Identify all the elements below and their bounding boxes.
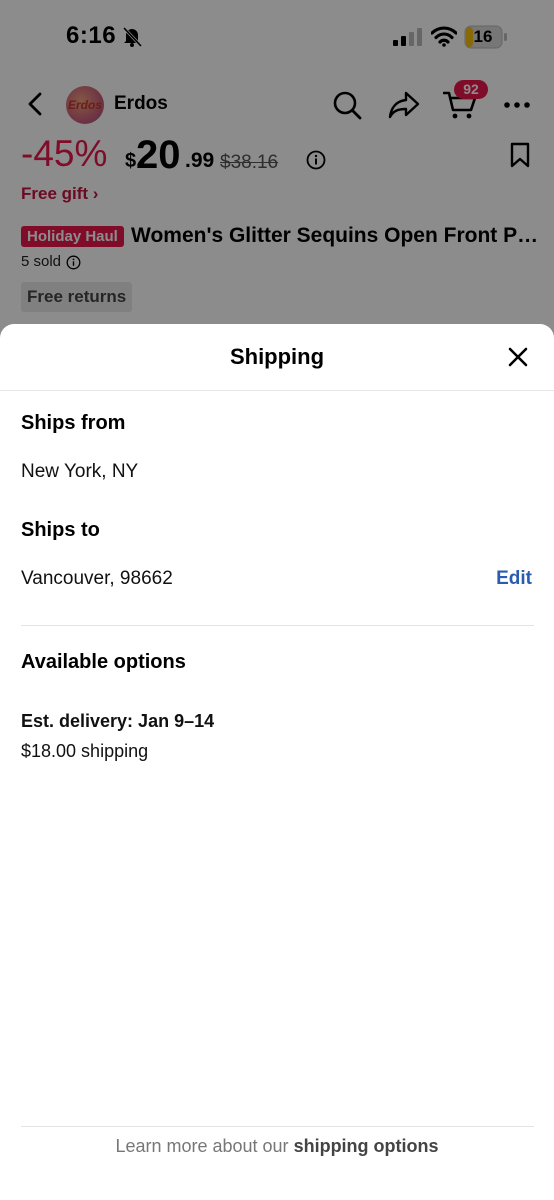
- shipping-sheet: Shipping Ships from New York, NY Ships t…: [0, 324, 554, 1200]
- est-delivery: Est. delivery: Jan 9–14: [21, 711, 215, 731]
- ships-from-label: Ships from: [21, 412, 126, 434]
- edit-address-button[interactable]: Edit: [496, 568, 532, 590]
- learn-more-prefix: Learn more about our: [115, 1136, 294, 1156]
- ships-from-value: New York, NY: [21, 461, 139, 482]
- ships-to-label: Ships to: [21, 519, 100, 541]
- ships-to-value: Vancouver, 98662: [21, 568, 173, 589]
- sheet-title: Shipping: [229, 344, 325, 369]
- shipping-cost: $18.00 shipping: [21, 741, 149, 761]
- close-icon[interactable]: [507, 346, 529, 368]
- footer-divider: [21, 1126, 534, 1127]
- section-divider: [21, 625, 534, 626]
- sheet-header-divider: [0, 390, 554, 391]
- available-options-label: Available options: [21, 651, 186, 673]
- shipping-options-link[interactable]: shipping options: [294, 1136, 439, 1156]
- learn-more-text: Learn more about our shipping options: [0, 1136, 554, 1157]
